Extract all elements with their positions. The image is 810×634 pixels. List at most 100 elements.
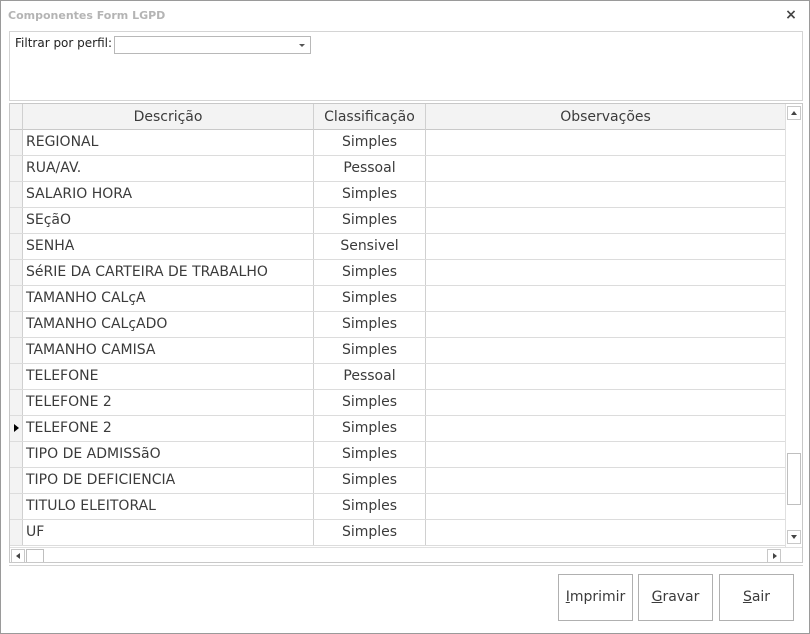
row-indicator-cell[interactable] — [10, 390, 23, 415]
cell-observacoes[interactable] — [426, 416, 785, 441]
row-indicator-cell[interactable] — [10, 260, 23, 285]
table-row[interactable]: TELEFONE 2 Simples — [10, 416, 785, 442]
cell-descricao[interactable]: TAMANHO CAMISA — [23, 338, 314, 363]
cell-classificacao[interactable]: Sensivel — [314, 234, 426, 259]
row-indicator-cell[interactable] — [10, 494, 23, 519]
cell-classificacao[interactable]: Simples — [314, 338, 426, 363]
table-row[interactable]: TELEFONE 2 Simples — [10, 390, 785, 416]
cell-classificacao[interactable]: Simples — [314, 468, 426, 493]
table-row[interactable]: SALARIO HORA Simples — [10, 182, 785, 208]
row-indicator-cell[interactable] — [10, 208, 23, 233]
table-row[interactable]: TAMANHO CALçADO Simples — [10, 312, 785, 338]
cell-descricao[interactable]: RUA/AV. — [23, 156, 314, 181]
table-row[interactable]: UF Simples — [10, 520, 785, 546]
row-indicator-cell[interactable] — [10, 234, 23, 259]
cell-observacoes[interactable] — [426, 130, 785, 155]
chevron-left-icon — [16, 553, 20, 559]
vertical-scroll-thumb[interactable] — [787, 453, 801, 505]
cell-descricao[interactable]: SALARIO HORA — [23, 182, 314, 207]
close-icon[interactable]: × — [783, 7, 799, 23]
cell-observacoes[interactable] — [426, 364, 785, 389]
cell-classificacao[interactable]: Simples — [314, 494, 426, 519]
row-indicator-cell[interactable] — [10, 468, 23, 493]
table-row[interactable]: SEçãO Simples — [10, 208, 785, 234]
save-button[interactable]: Gravar — [638, 574, 713, 621]
cell-classificacao[interactable]: Simples — [314, 442, 426, 467]
components-grid[interactable]: Descrição Classificação Observações REGI… — [9, 103, 803, 563]
cell-classificacao[interactable]: Simples — [314, 416, 426, 441]
horizontal-scroll-thumb[interactable] — [26, 549, 44, 562]
cell-observacoes[interactable] — [426, 182, 785, 207]
cell-classificacao[interactable]: Simples — [314, 260, 426, 285]
print-button[interactable]: Imprimir — [558, 574, 633, 621]
cell-descricao[interactable]: SENHA — [23, 234, 314, 259]
row-indicator-cell[interactable] — [10, 338, 23, 363]
column-header-observacoes[interactable]: Observações — [426, 104, 785, 130]
table-row[interactable]: SéRIE DA CARTEIRA DE TRABALHO Simples — [10, 260, 785, 286]
cell-observacoes[interactable] — [426, 286, 785, 311]
scroll-left-button[interactable] — [11, 549, 25, 562]
table-row[interactable]: TIPO DE ADMISSãO Simples — [10, 442, 785, 468]
cell-observacoes[interactable] — [426, 494, 785, 519]
scroll-up-button[interactable] — [787, 106, 801, 120]
cell-observacoes[interactable] — [426, 338, 785, 363]
cell-observacoes[interactable] — [426, 234, 785, 259]
row-indicator-cell[interactable] — [10, 416, 23, 441]
table-row[interactable]: RUA/AV. Pessoal — [10, 156, 785, 182]
cell-classificacao[interactable]: Pessoal — [314, 156, 426, 181]
row-indicator-cell[interactable] — [10, 286, 23, 311]
cell-observacoes[interactable] — [426, 156, 785, 181]
table-row[interactable]: TAMANHO CAMISA Simples — [10, 338, 785, 364]
table-row[interactable]: SENHA Sensivel — [10, 234, 785, 260]
table-row[interactable]: TELEFONE Pessoal — [10, 364, 785, 390]
row-indicator-cell[interactable] — [10, 156, 23, 181]
cell-observacoes[interactable] — [426, 468, 785, 493]
cell-classificacao[interactable]: Simples — [314, 182, 426, 207]
cell-observacoes[interactable] — [426, 520, 785, 545]
table-row[interactable]: REGIONAL Simples — [10, 130, 785, 156]
exit-button[interactable]: Sair — [719, 574, 794, 621]
cell-classificacao[interactable]: Pessoal — [314, 364, 426, 389]
cell-observacoes[interactable] — [426, 442, 785, 467]
horizontal-scrollbar[interactable] — [10, 547, 802, 562]
cell-descricao[interactable]: TITULO ELEITORAL — [23, 494, 314, 519]
row-indicator-cell[interactable] — [10, 312, 23, 337]
table-row[interactable]: TAMANHO CALçA Simples — [10, 286, 785, 312]
cell-descricao[interactable]: TELEFONE — [23, 364, 314, 389]
cell-observacoes[interactable] — [426, 312, 785, 337]
cell-classificacao[interactable]: Simples — [314, 312, 426, 337]
cell-observacoes[interactable] — [426, 390, 785, 415]
cell-descricao[interactable]: TIPO DE DEFICIENCIA — [23, 468, 314, 493]
grid-header: Descrição Classificação Observações — [10, 104, 785, 130]
row-indicator-cell[interactable] — [10, 182, 23, 207]
column-header-classificacao[interactable]: Classificação — [314, 104, 426, 130]
cell-descricao[interactable]: TELEFONE 2 — [23, 416, 314, 441]
cell-descricao[interactable]: TAMANHO CALçADO — [23, 312, 314, 337]
row-indicator-cell[interactable] — [10, 130, 23, 155]
cell-descricao[interactable]: SEçãO — [23, 208, 314, 233]
cell-classificacao[interactable]: Simples — [314, 208, 426, 233]
cell-descricao[interactable]: TELEFONE 2 — [23, 390, 314, 415]
cell-descricao[interactable]: SéRIE DA CARTEIRA DE TRABALHO — [23, 260, 314, 285]
cell-descricao[interactable]: REGIONAL — [23, 130, 314, 155]
scroll-down-button[interactable] — [787, 530, 801, 544]
row-indicator-cell[interactable] — [10, 364, 23, 389]
profile-filter-select[interactable] — [114, 36, 311, 54]
cell-observacoes[interactable] — [426, 260, 785, 285]
chevron-down-icon[interactable] — [299, 44, 305, 47]
cell-classificacao[interactable]: Simples — [314, 286, 426, 311]
cell-descricao[interactable]: TIPO DE ADMISSãO — [23, 442, 314, 467]
row-indicator-cell[interactable] — [10, 520, 23, 545]
vertical-scrollbar[interactable] — [785, 104, 802, 548]
cell-observacoes[interactable] — [426, 208, 785, 233]
cell-classificacao[interactable]: Simples — [314, 520, 426, 545]
table-row[interactable]: TIPO DE DEFICIENCIA Simples — [10, 468, 785, 494]
column-header-descricao[interactable]: Descrição — [23, 104, 314, 130]
cell-classificacao[interactable]: Simples — [314, 130, 426, 155]
scroll-right-button[interactable] — [767, 549, 781, 562]
cell-classificacao[interactable]: Simples — [314, 390, 426, 415]
cell-descricao[interactable]: TAMANHO CALçA — [23, 286, 314, 311]
cell-descricao[interactable]: UF — [23, 520, 314, 545]
row-indicator-cell[interactable] — [10, 442, 23, 467]
table-row[interactable]: TITULO ELEITORAL Simples — [10, 494, 785, 520]
